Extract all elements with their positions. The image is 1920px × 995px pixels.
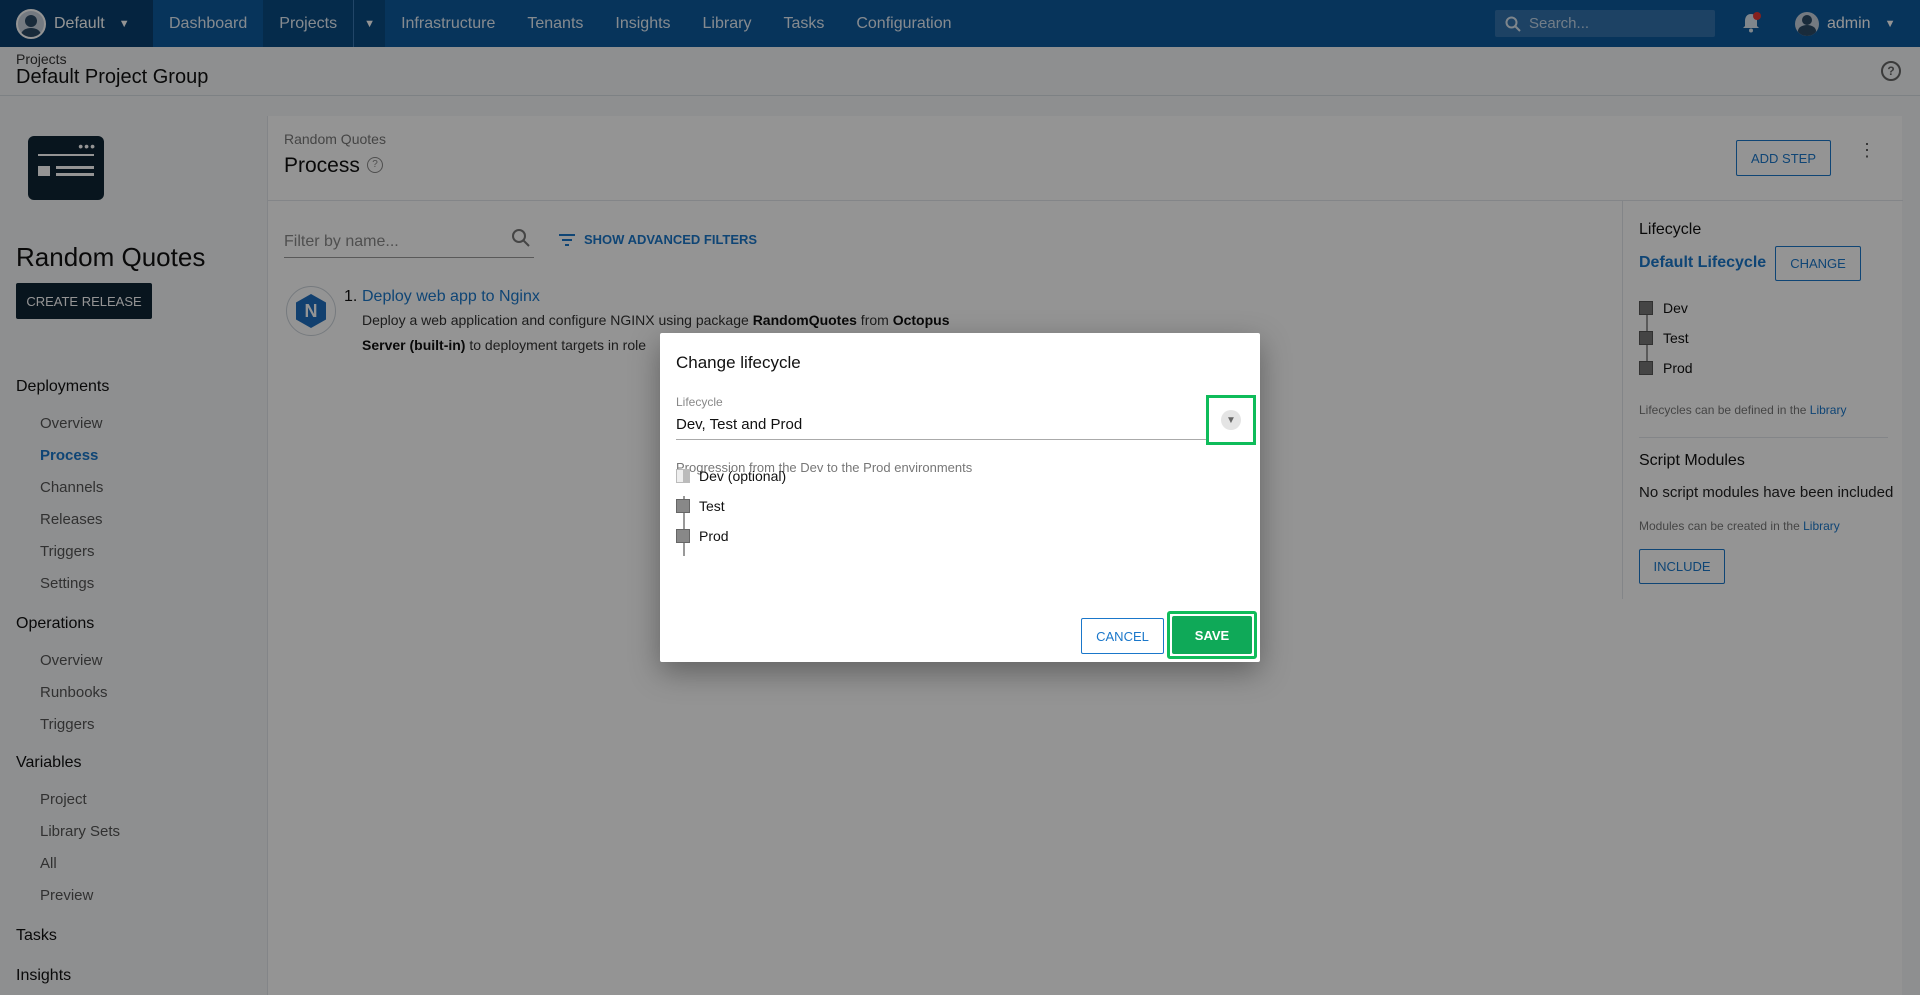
change-lifecycle-dialog: Change lifecycle Lifecycle Dev, Test and… [660, 333, 1260, 662]
chevron-down-icon: ▼ [1221, 410, 1241, 430]
dialog-env-prod: Prod [676, 528, 729, 544]
cancel-button[interactable]: CANCEL [1081, 618, 1164, 654]
lifecycle-field-label: Lifecycle [676, 395, 723, 409]
lifecycle-select[interactable]: Dev, Test and Prod [676, 410, 1206, 440]
dialog-title: Change lifecycle [676, 353, 801, 372]
dialog-env-test: Test [676, 498, 725, 514]
save-button[interactable]: SAVE [1172, 616, 1252, 654]
lifecycle-dropdown-toggle[interactable]: ▼ [1206, 395, 1256, 445]
dialog-env-dev: Dev (optional) [676, 468, 786, 484]
